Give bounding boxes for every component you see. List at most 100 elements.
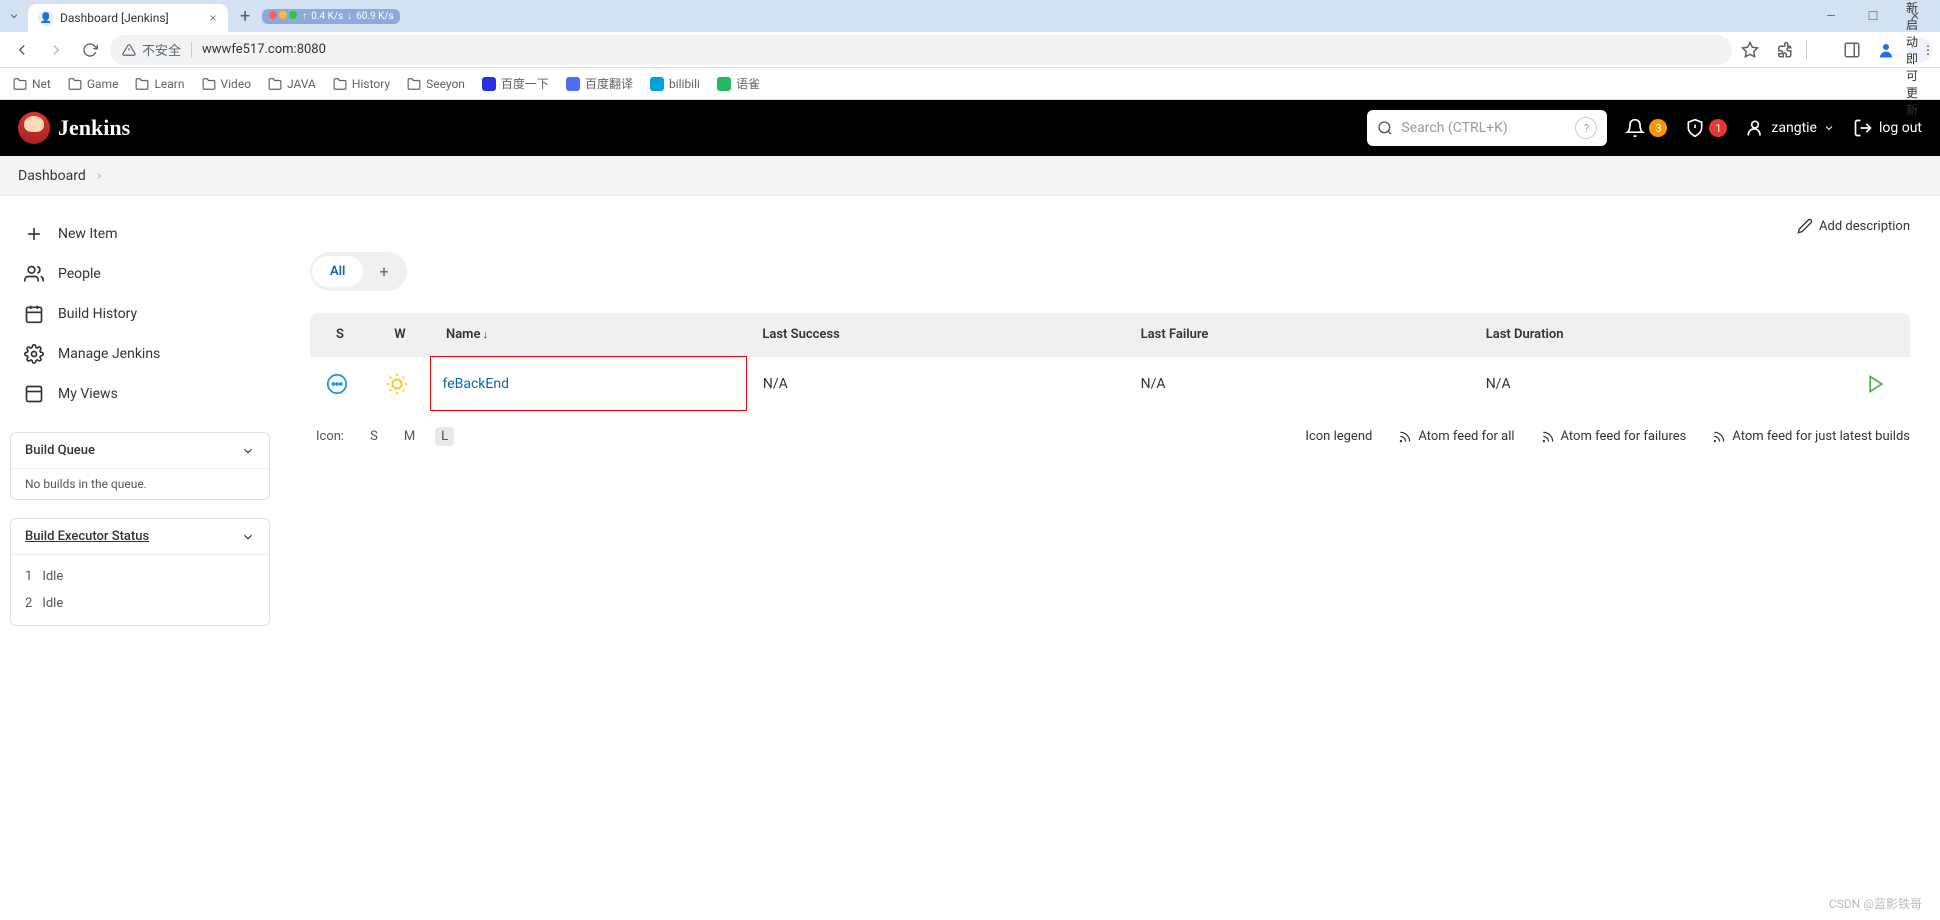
user-menu[interactable]: zangtie — [1745, 118, 1835, 138]
bookmark-item[interactable]: Video — [201, 76, 252, 92]
sidebar-build-history[interactable]: Build History — [10, 294, 270, 334]
folder-icon — [332, 76, 348, 92]
rss-icon — [1712, 430, 1726, 444]
bookmark-item[interactable]: Net — [12, 76, 51, 92]
sidebar-people[interactable]: People — [10, 254, 270, 294]
col-last-failure[interactable]: Last Failure — [1125, 313, 1470, 357]
shield-icon — [1685, 118, 1705, 138]
browser-url-bar: 不安全 wwwfe517.com:8080 重新启动即可更新 ⋮ — [0, 32, 1940, 68]
bookmarks-bar: Net Game Learn Video JAVA History Seeyon 百度一下百度… — [0, 68, 1940, 100]
user-icon — [1745, 118, 1765, 138]
add-view-button[interactable]: + — [363, 254, 404, 289]
table-footer: Icon: S M L Icon legend Atom feed for al… — [310, 411, 1910, 462]
job-row: feBackEnd N/A N/A N/A — [310, 357, 1910, 411]
people-icon — [24, 264, 44, 284]
build-queue-header[interactable]: Build Queue — [11, 433, 269, 468]
sidebar: New Item People Build History Manage Jen… — [0, 196, 280, 920]
url-input[interactable]: 不安全 wwwfe517.com:8080 — [110, 35, 1732, 65]
col-weather[interactable]: W — [370, 313, 430, 357]
main-content: Add description All + S W Name↓ Last Suc… — [280, 196, 1940, 920]
browser-tab-strip: 👤 Dashboard [Jenkins] + ↑0.4 K/s ↓60.9 K… — [0, 0, 1940, 32]
feed-failures-link[interactable]: Atom feed for failures — [1541, 429, 1687, 444]
search-input[interactable]: Search (CTRL+K) ? — [1367, 110, 1607, 146]
logout-button[interactable]: log out — [1853, 118, 1922, 138]
play-icon — [1866, 374, 1886, 394]
feed-latest-link[interactable]: Atom feed for just latest builds — [1712, 429, 1910, 444]
job-weather-icon[interactable] — [370, 357, 430, 411]
icon-size-m[interactable]: M — [398, 427, 421, 446]
site-icon — [565, 76, 581, 92]
folder-icon — [12, 76, 28, 92]
url-bar-icons: 重新启动即可更新 ⋮ — [1738, 38, 1932, 62]
jenkins-header: Jenkins Search (CTRL+K) ? 3 1 zangtie lo… — [0, 100, 1940, 156]
new-tab-button[interactable]: + — [232, 6, 258, 27]
sidebar-my-views[interactable]: My Views — [10, 374, 270, 414]
nav-forward-button[interactable] — [42, 36, 70, 64]
icon-size-s[interactable]: S — [364, 427, 384, 446]
site-icon — [716, 76, 732, 92]
executor-panel: Build Executor Status 1Idle2Idle — [10, 518, 270, 626]
build-queue-panel: Build Queue No builds in the queue. — [10, 432, 270, 500]
icon-size-l[interactable]: L — [435, 427, 454, 446]
col-last-duration[interactable]: Last Duration — [1470, 313, 1850, 357]
bookmark-item[interactable]: Game — [67, 76, 119, 92]
pencil-icon — [1797, 218, 1813, 234]
breadcrumb-dashboard[interactable]: Dashboard — [18, 168, 104, 184]
bookmark-item[interactable]: Seeyon — [406, 76, 465, 92]
folder-icon — [134, 76, 150, 92]
job-table: S W Name↓ Last Success Last Failure Last… — [310, 313, 1910, 411]
kebab-menu-icon: ⋮ — [1922, 38, 1934, 62]
icon-legend-link[interactable]: Icon legend — [1305, 429, 1372, 444]
tab-list-dropdown[interactable] — [4, 6, 24, 26]
col-status[interactable]: S — [310, 313, 370, 357]
bookmark-item[interactable]: 百度一下 — [481, 75, 549, 92]
nav-back-button[interactable] — [8, 36, 36, 64]
chevron-down-icon — [241, 444, 255, 458]
executor-header[interactable]: Build Executor Status — [11, 519, 269, 554]
bookmark-item[interactable]: JAVA — [267, 76, 316, 92]
search-help-icon[interactable]: ? — [1575, 117, 1597, 139]
minimize-button[interactable]: — — [1810, 0, 1852, 32]
profile-icon[interactable] — [1874, 38, 1898, 62]
rss-icon — [1541, 430, 1555, 444]
close-tab-icon[interactable] — [208, 13, 218, 23]
job-status-icon[interactable] — [310, 357, 370, 411]
plus-icon — [24, 224, 44, 244]
rss-icon — [1398, 430, 1412, 444]
feed-all-link[interactable]: Atom feed for all — [1398, 429, 1514, 444]
col-last-success[interactable]: Last Success — [746, 313, 1124, 357]
job-build-button[interactable] — [1850, 357, 1910, 411]
folder-icon — [201, 76, 217, 92]
bell-icon — [1625, 118, 1645, 138]
notifications-button[interactable]: 3 — [1625, 118, 1667, 138]
bookmark-item[interactable]: 语雀 — [716, 75, 760, 92]
bookmark-item[interactable]: History — [332, 76, 390, 92]
security-button[interactable]: 1 — [1685, 118, 1727, 138]
extensions-icon[interactable] — [1772, 38, 1796, 62]
logout-icon — [1853, 118, 1873, 138]
bookmark-item[interactable]: 百度翻译 — [565, 75, 633, 92]
job-link[interactable]: feBackEnd — [443, 376, 509, 392]
sidebar-new-item[interactable]: New Item — [10, 214, 270, 254]
chevron-down-icon — [1823, 122, 1835, 134]
restart-update-button[interactable]: 重新启动即可更新 ⋮ — [1908, 38, 1932, 62]
col-name[interactable]: Name↓ — [430, 313, 746, 357]
executor-row: 1Idle — [25, 563, 255, 590]
browser-tab-active[interactable]: 👤 Dashboard [Jenkins] — [28, 4, 228, 32]
site-icon — [649, 76, 665, 92]
tab-all[interactable]: All — [312, 256, 363, 287]
sidebar-manage-jenkins[interactable]: Manage Jenkins — [10, 334, 270, 374]
jenkins-logo[interactable]: Jenkins — [18, 112, 130, 144]
chevron-down-icon — [241, 530, 255, 544]
logout-label: log out — [1879, 120, 1922, 136]
bookmark-star-icon[interactable] — [1738, 38, 1762, 62]
folder-icon — [67, 76, 83, 92]
nav-reload-button[interactable] — [76, 36, 104, 64]
bookmark-item[interactable]: bilibili — [649, 76, 700, 92]
jenkins-logo-icon — [18, 112, 50, 144]
jenkins-brand: Jenkins — [58, 115, 130, 141]
bookmark-item[interactable]: Learn — [134, 76, 184, 92]
add-description-button[interactable]: Add description — [310, 218, 1910, 234]
maximize-button[interactable]: ☐ — [1852, 0, 1894, 32]
side-panel-icon[interactable] — [1840, 38, 1864, 62]
